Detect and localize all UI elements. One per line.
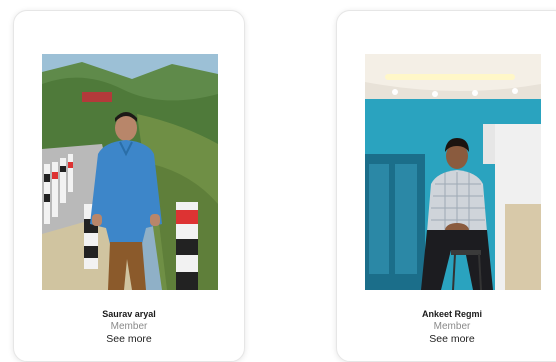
member-role: Member: [433, 321, 471, 332]
member-card: Saurav aryal Member See more: [13, 10, 245, 362]
member-name: Saurav aryal: [102, 309, 156, 319]
member-name: Ankeet Regmi: [421, 309, 483, 319]
member-photo: [365, 54, 541, 290]
see-more-link[interactable]: See more: [337, 333, 556, 345]
member-photo: [42, 54, 218, 290]
see-more-link[interactable]: See more: [14, 333, 244, 345]
member-role: Member: [110, 321, 148, 332]
member-card: Ankeet Regmi Member See more: [336, 10, 556, 362]
